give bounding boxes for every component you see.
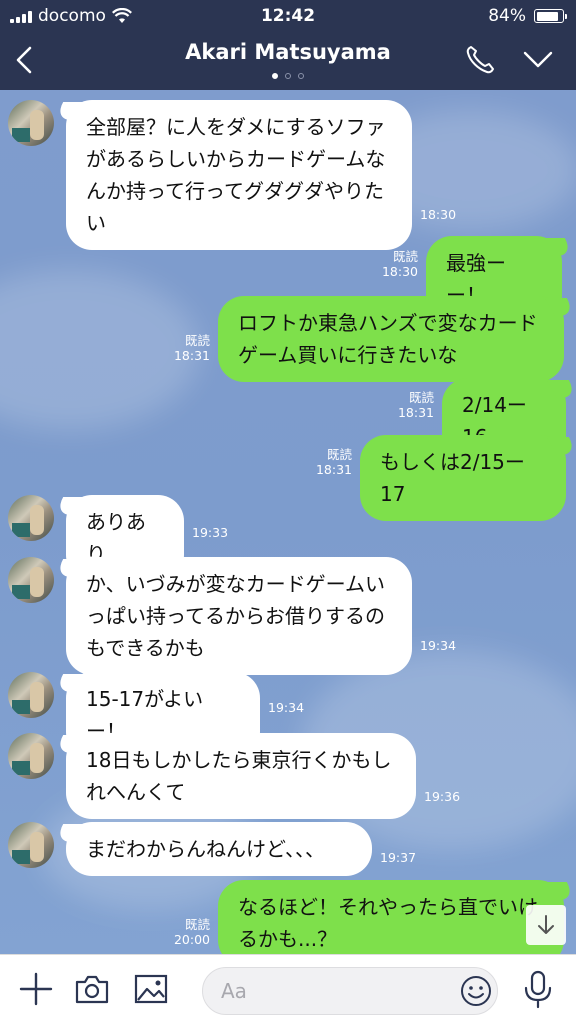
message-time: 18:31 — [173, 348, 210, 363]
avatar[interactable] — [8, 495, 54, 541]
battery-icon — [534, 9, 567, 23]
message-meta: 既読 18:30 — [376, 249, 418, 279]
read-receipt: 既読 — [184, 917, 210, 932]
outgoing-message-bubble[interactable]: ロフトか東急ハンズで変なカード ゲーム買いに行きたいな — [218, 296, 564, 382]
message-time: 19:33 — [192, 525, 229, 540]
message-line: れへんくて — [86, 780, 186, 804]
outgoing-message-bubble[interactable]: もしくは2/15ー17 — [360, 435, 566, 521]
message-line: ゲーム買いに行きたいな — [238, 343, 458, 367]
message-meta: 既読 18:31 — [392, 390, 434, 420]
status-right: 84% — [488, 6, 567, 26]
smiley-icon[interactable] — [459, 974, 493, 1008]
message-input-box[interactable] — [202, 967, 498, 1015]
message-line: い — [86, 211, 106, 235]
image-icon[interactable] — [133, 971, 169, 1007]
message-meta: 既読 18:31 — [310, 447, 352, 477]
message-line: 18日もしかしたら東京行くかもし — [86, 748, 392, 772]
avatar[interactable] — [8, 672, 54, 718]
message-time: 19:34 — [420, 638, 457, 653]
message-line: っぱい持ってるからお借りするの — [86, 604, 385, 628]
scroll-to-bottom-button[interactable] — [526, 905, 566, 945]
incoming-message-bubble[interactable]: まだわからんねんけど、、、 — [66, 822, 372, 876]
incoming-message-bubble[interactable]: か、いづみが変なカードゲームい っぱい持ってるからお借りするの もできるかも — [66, 557, 412, 675]
avatar[interactable] — [8, 822, 54, 868]
composer-bar — [0, 954, 576, 1024]
microphone-icon[interactable] — [520, 969, 556, 1009]
avatar[interactable] — [8, 100, 54, 146]
avatar[interactable] — [8, 733, 54, 779]
message-time: 18:31 — [397, 405, 434, 420]
read-receipt: 既読 — [392, 249, 418, 264]
message-time: 20:00 — [173, 932, 210, 947]
message-line: があるらしいからカードゲームな — [86, 147, 386, 171]
arrow-down-icon — [538, 915, 554, 934]
message-line: なるほど！それやったら直でいけ — [238, 895, 538, 919]
message-input[interactable] — [221, 976, 441, 1006]
battery-percent: 84% — [488, 6, 526, 26]
message-time: 19:34 — [268, 700, 305, 715]
message-line: るかも...？ — [238, 927, 338, 951]
message-time: 18:30 — [381, 264, 418, 279]
incoming-message-bubble[interactable]: 18日もしかしたら東京行くかもし れへんくて — [66, 733, 416, 819]
message-text: まだわからんねんけど、、、 — [86, 837, 325, 861]
message-text: もしくは2/15ー17 — [380, 450, 525, 506]
message-meta: 既読 20:00 — [168, 917, 210, 947]
avatar[interactable] — [8, 557, 54, 603]
chevron-down-icon[interactable] — [520, 44, 556, 74]
plus-icon[interactable] — [18, 971, 54, 1007]
camera-icon[interactable] — [74, 971, 110, 1007]
message-line: んか持って行ってグダグダやりた — [86, 179, 384, 203]
message-line: ロフトか東急ハンズで変なカード — [238, 311, 538, 335]
message-line: か、いづみが変なカードゲームい — [86, 572, 385, 596]
message-time: 19:36 — [424, 789, 461, 804]
message-time: 18:30 — [420, 207, 457, 222]
read-receipt: 既読 — [408, 390, 434, 405]
outgoing-message-bubble[interactable]: なるほど！それやったら直でいけ るかも...？ — [218, 880, 564, 954]
chat-header: Akari Matsuyama — [0, 30, 576, 90]
phone-icon[interactable] — [462, 42, 498, 78]
read-receipt: 既読 — [326, 447, 352, 462]
message-line: 全部屋？に人をダメにするソファ — [86, 115, 386, 139]
message-time: 18:31 — [315, 462, 352, 477]
message-line: もできるかも — [86, 636, 205, 660]
incoming-message-bubble[interactable]: 全部屋？に人をダメにするソファ があるらしいからカードゲームな んか持って行って… — [66, 100, 412, 250]
status-bar: docomo 12:42 84% — [0, 0, 576, 30]
chat-area[interactable]: 全部屋？に人をダメにするソファ があるらしいからカードゲームな んか持って行って… — [0, 90, 576, 954]
battery-fill — [536, 11, 558, 21]
message-meta: 既読 18:31 — [168, 333, 210, 363]
message-time: 19:37 — [380, 850, 417, 865]
read-receipt: 既読 — [184, 333, 210, 348]
